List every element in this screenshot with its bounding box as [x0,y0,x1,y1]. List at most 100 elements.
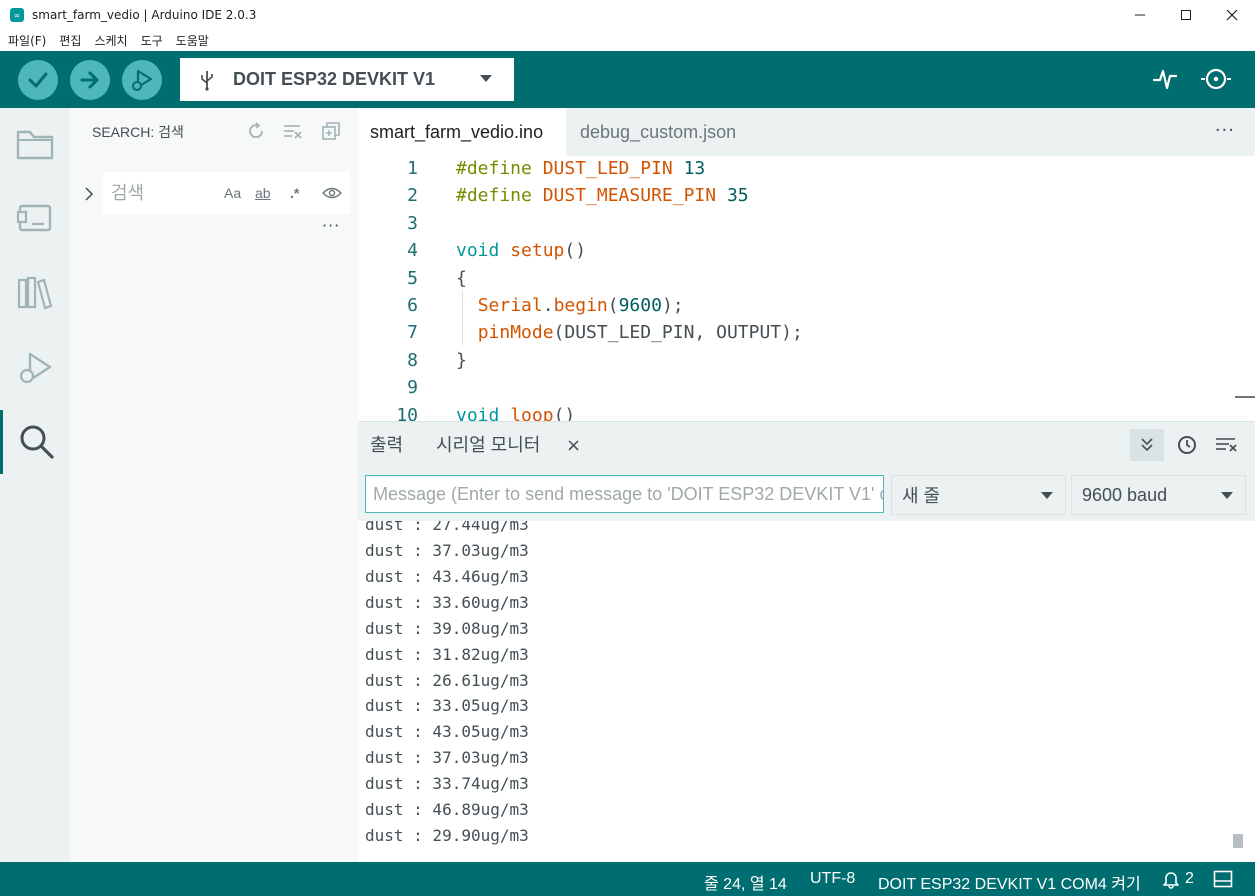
monitor-line: dust : 46.89ug/m3 [365,800,529,819]
tab-smart-farm-vedio[interactable]: smart_farm_vedio.ino [358,108,566,156]
debug-button[interactable] [122,60,162,100]
search-panel-button[interactable] [0,410,70,474]
line-ending-value: 새 줄 [902,486,941,506]
menu-edit[interactable]: 편집 [59,32,81,49]
timestamp-icon[interactable] [1170,429,1204,461]
serial-plotter-button[interactable] [1148,64,1182,94]
code-token: DUST_MEASURE_PIN [542,185,717,207]
code-line[interactable]: 2 #define DUST_MEASURE_PIN 35 [358,182,1238,209]
code-line[interactable]: 3 [358,210,1238,237]
sketchbook-button[interactable] [0,112,70,176]
board-icon [16,204,52,232]
debug-icon [132,69,153,91]
clear-results-icon[interactable] [282,120,304,142]
bell-icon[interactable] [1162,869,1180,894]
chevron-right-icon[interactable] [82,186,96,202]
serial-monitor-button[interactable] [1199,64,1233,94]
baud-rate-select[interactable]: 9600 baud [1071,475,1246,515]
tab-serial-monitor[interactable]: 시리얼 모니터 [436,431,540,457]
monitor-line: dust : 37.03ug/m3 [365,748,529,768]
monitor-line: dust : 43.05ug/m3 [365,722,529,742]
code-line[interactable]: 1 #define DUST_LED_PIN 13 [358,156,1238,182]
menu-sketch[interactable]: 스케치 [94,32,127,49]
monitor-line: dust : 43.46ug/m3 [365,566,529,586]
monitor-line: dust : 37.03ug/m3 [365,541,529,560]
code-token: 9600 [618,295,662,316]
menu-file[interactable]: 파일(F) [8,32,46,49]
activity-bar [0,108,70,862]
monitor-line: dust : 29.90ug/m3 [365,825,529,845]
autoscroll-icon[interactable] [1130,429,1164,461]
line-number: 8 [407,349,418,371]
board-port-status[interactable]: DOIT ESP32 DEVKIT V1 COM4 켜기 [878,870,1141,894]
code-text: pinMode(DUST_LED_PIN, OUTPUT); [456,319,803,346]
more-options-icon[interactable]: ··· [322,216,340,235]
line-number: 4 [407,240,418,262]
code-text: Serial.begin(9600); [456,292,684,319]
menu-tools[interactable]: 도구 [141,32,163,49]
library-manager-button[interactable] [0,260,70,324]
tab-debug-custom[interactable]: debug_custom.json [566,108,766,156]
code-line[interactable]: 7 pinMode(DUST_LED_PIN, OUTPUT); [358,319,1238,346]
code-line[interactable]: 9 [358,374,1238,401]
code-token: loop [510,404,554,421]
chevron-down-icon [480,75,492,82]
code-token: pinMode [477,322,554,344]
monitor-line: dust : 33.05ug/m3 [365,696,529,716]
code-line[interactable]: 10 void loop() [358,402,1238,421]
tab-label: debug_custom.json [580,121,737,142]
monitor-line: dust : 39.08ug/m3 [365,618,529,638]
boards-manager-button[interactable] [0,186,70,250]
tab-label: smart_farm_vedio.ino [370,121,544,142]
eye-icon[interactable] [322,182,342,204]
tab-output[interactable]: 출력 [370,431,403,457]
code-token: void [456,240,500,262]
debug-panel-button[interactable] [0,336,70,400]
message-input[interactable] [365,475,884,513]
match-case-toggle[interactable]: Aa [224,182,241,204]
search-box: Aa ab .* [103,172,350,214]
status-bar: 줄 24, 열 14 UTF-8 DOIT ESP32 DEVKIT V1 CO… [0,862,1255,896]
code-token: Serial [477,295,543,316]
monitor-scrollbar[interactable] [1233,834,1243,848]
line-number: 9 [407,377,418,399]
code-editor[interactable]: 1 #define DUST_LED_PIN 13 2 #define DUST_ME… [358,156,1255,421]
verify-button[interactable] [18,60,58,100]
code-text: } [456,347,467,374]
minimize-icon[interactable] [1117,0,1163,30]
code-text: void loop() [456,402,575,421]
search-panel: SEARCH: 검색 Aa ab .* ··· [70,108,358,862]
editor-scrollbar[interactable] [1235,396,1255,398]
new-search-editor-icon[interactable] [320,120,342,142]
code-line[interactable]: 8} [358,347,1238,374]
board-selector[interactable]: DOIT ESP32 DEVKIT V1 [180,58,514,101]
more-actions-icon[interactable]: ··· [1215,120,1235,141]
code-line[interactable]: 4 void setup() [358,237,1238,264]
usb-icon [198,69,216,91]
maximize-icon[interactable] [1163,0,1209,30]
panel-toggle-icon[interactable] [1213,870,1233,893]
close-icon[interactable] [1209,0,1255,30]
menu-help[interactable]: 도움말 [176,32,209,49]
upload-button[interactable] [70,60,110,100]
close-icon[interactable]: × [566,435,581,456]
code-text: #define DUST_MEASURE_PIN 35 [456,182,749,209]
search-input[interactable] [103,172,213,214]
baud-rate-value: 9600 baud [1082,484,1168,505]
regex-toggle[interactable]: .* [290,182,299,204]
clear-output-icon[interactable] [1209,429,1243,461]
code-line[interactable]: 5{ [358,265,1238,292]
cursor-position[interactable]: 줄 24, 열 14 [704,870,787,894]
code-line[interactable]: 6 Serial.begin(9600); [358,292,1238,319]
serial-monitor-output[interactable]: dust : 27.44ug/m3 dust : 37.03ug/m3 dust … [358,521,1255,862]
whole-word-toggle[interactable]: ab [255,182,271,204]
refresh-icon[interactable] [245,120,267,142]
line-ending-select[interactable]: 새 줄 [891,475,1066,515]
code-token: () [564,240,587,262]
code-token: 13 [683,158,706,179]
file-encoding[interactable]: UTF-8 [810,870,855,888]
